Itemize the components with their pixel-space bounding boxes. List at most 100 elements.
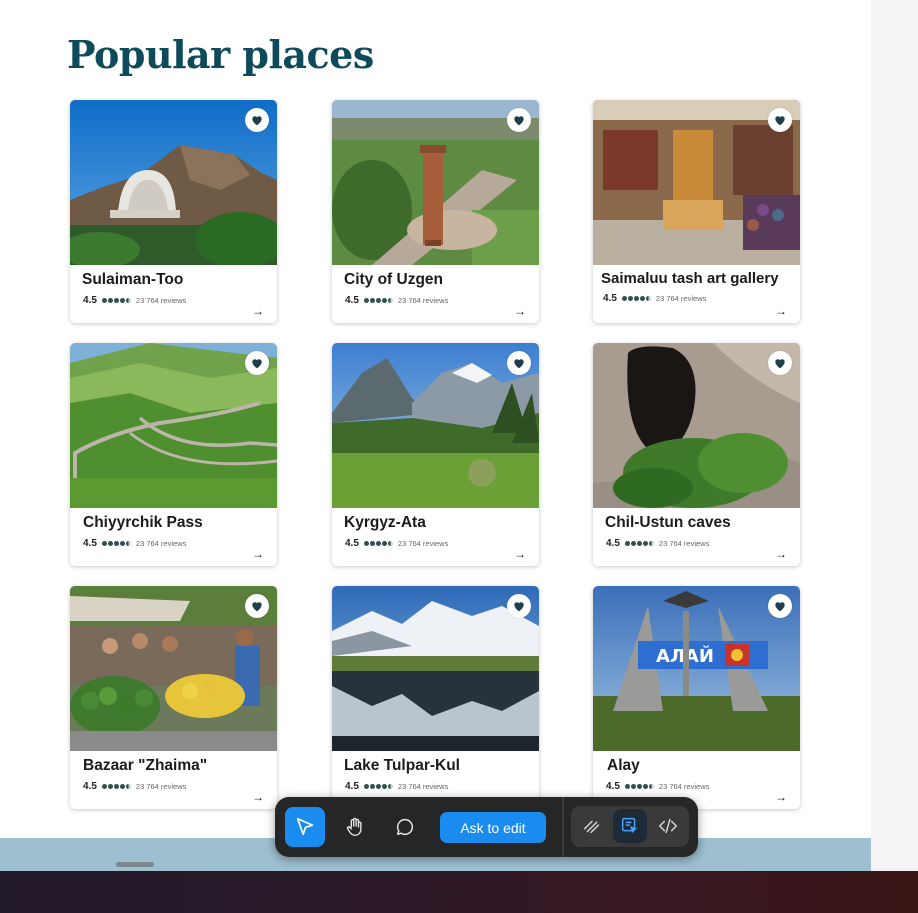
rating-value: 4.5	[83, 295, 97, 306]
place-card[interactable]: АЛАЙ Alay 4.5 23 764 reviews →	[593, 586, 800, 809]
favorite-button[interactable]	[245, 108, 269, 132]
rating-row: 4.5 23 764 reviews	[83, 538, 186, 549]
place-card[interactable]: Kyrgyz-Ata 4.5 23 764 reviews →	[332, 343, 539, 566]
star-rating-icon	[101, 784, 131, 789]
place-name: Lake Tulpar-Kul	[344, 757, 460, 774]
rating-value: 4.5	[603, 293, 617, 304]
place-name: Chiyyrchik Pass	[83, 514, 203, 531]
rating-value: 4.5	[83, 538, 97, 549]
review-count: 23 764 reviews	[135, 296, 187, 305]
rating-row: 4.5 23 764 reviews	[606, 538, 709, 549]
rating-row: 4.5 23 764 reviews	[345, 781, 448, 792]
select-element-icon	[621, 817, 638, 834]
page-title: Popular places	[67, 32, 374, 77]
page: Popular places Sulaiman-Too 4.5 23 764 r…	[0, 0, 871, 871]
star-rating-icon	[621, 296, 651, 301]
rating-value: 4.5	[345, 781, 359, 792]
rating-row: 4.5 23 764 reviews	[345, 295, 448, 306]
star-rating-icon	[624, 784, 654, 789]
arrow-right-icon[interactable]: →	[252, 790, 264, 804]
pointer-icon	[296, 817, 314, 836]
star-rating-icon	[363, 784, 393, 789]
star-rating-icon	[363, 298, 393, 303]
hand-icon	[346, 817, 362, 836]
rating-row: 4.5 23 764 reviews	[83, 295, 186, 306]
rating-value: 4.5	[606, 538, 620, 549]
place-name: Chil-Ustun caves	[605, 514, 731, 531]
comment-icon	[396, 818, 414, 836]
star-rating-icon	[624, 541, 654, 546]
review-count: 23 764 reviews	[135, 539, 187, 548]
rating-row: 4.5 23 764 reviews	[606, 781, 709, 792]
place-name: Bazaar "Zhaima"	[83, 757, 208, 774]
rating-value: 4.5	[345, 295, 359, 306]
heart-icon	[514, 116, 524, 126]
place-name: Sulaiman-Too	[82, 271, 184, 288]
heart-icon	[514, 602, 524, 612]
draw-tool-button[interactable]	[575, 809, 609, 843]
ask-to-edit-button[interactable]: Ask to edit	[440, 812, 546, 843]
heart-icon	[775, 116, 785, 126]
arrow-right-icon[interactable]: →	[775, 304, 787, 318]
star-rating-icon	[101, 298, 131, 303]
place-card[interactable]: Lake Tulpar-Kul 4.5 23 764 reviews →	[332, 586, 539, 809]
place-card[interactable]: Bazaar "Zhaima" 4.5 23 764 reviews →	[70, 586, 277, 809]
heart-icon	[252, 116, 262, 126]
pointer-tool-button[interactable]	[285, 807, 325, 847]
arrow-right-icon[interactable]: →	[252, 304, 264, 318]
review-count: 23 764 reviews	[658, 782, 710, 791]
place-name: Alay	[607, 757, 640, 774]
arrow-right-icon[interactable]: →	[252, 547, 264, 561]
desktop-background	[0, 871, 918, 913]
favorite-button[interactable]	[245, 594, 269, 618]
arrow-right-icon[interactable]: →	[775, 790, 787, 804]
select-element-button[interactable]	[613, 809, 647, 843]
heart-icon	[252, 602, 262, 612]
favorite-button[interactable]	[245, 351, 269, 375]
heart-icon	[514, 359, 524, 369]
arrow-right-icon[interactable]: →	[514, 304, 526, 318]
favorite-button[interactable]	[507, 351, 531, 375]
review-count: 23 764 reviews	[397, 782, 449, 791]
review-count: 23 764 reviews	[135, 782, 187, 791]
rating-row: 4.5 23 764 reviews	[345, 538, 448, 549]
heart-icon	[252, 359, 262, 369]
mode-toggle-group	[571, 806, 689, 847]
favorite-button[interactable]	[507, 108, 531, 132]
editor-toolbar: Ask to edit	[275, 797, 698, 857]
rating-value: 4.5	[606, 781, 620, 792]
rating-value: 4.5	[345, 538, 359, 549]
place-name: City of Uzgen	[344, 271, 444, 288]
arrow-right-icon[interactable]: →	[775, 547, 787, 561]
place-card[interactable]: City of Uzgen 4.5 23 764 reviews →	[332, 100, 539, 323]
review-count: 23 764 reviews	[397, 296, 449, 305]
heart-icon	[775, 602, 785, 612]
code-icon	[659, 818, 677, 834]
favorite-button[interactable]	[768, 594, 792, 618]
hand-tool-button[interactable]	[335, 807, 375, 847]
code-view-button[interactable]	[651, 809, 685, 843]
review-count: 23 764 reviews	[397, 539, 449, 548]
favorite-button[interactable]	[768, 351, 792, 375]
scroll-handle[interactable]	[116, 862, 154, 867]
review-count: 23 764 reviews	[658, 539, 710, 548]
arrow-right-icon[interactable]: →	[514, 547, 526, 561]
review-count: 23 764 reviews	[655, 294, 707, 303]
favorite-button[interactable]	[507, 594, 531, 618]
place-card[interactable]: Saimaluu tash art gallery 4.5 23 764 rev…	[593, 100, 800, 323]
place-name: Kyrgyz-Ata	[344, 514, 426, 531]
rating-row: 4.5 23 764 reviews	[83, 781, 186, 792]
rating-row: 4.5 23 764 reviews	[603, 293, 706, 304]
rating-value: 4.5	[83, 781, 97, 792]
star-rating-icon	[363, 541, 393, 546]
place-card[interactable]: Chiyyrchik Pass 4.5 23 764 reviews →	[70, 343, 277, 566]
favorite-button[interactable]	[768, 108, 792, 132]
heart-icon	[775, 359, 785, 369]
draw-icon	[583, 820, 600, 834]
right-gutter	[871, 0, 918, 871]
comment-tool-button[interactable]	[385, 807, 425, 847]
place-card[interactable]: Chil-Ustun caves 4.5 23 764 reviews →	[593, 343, 800, 566]
place-name: Saimaluu tash art gallery	[601, 270, 779, 287]
place-card[interactable]: Sulaiman-Too 4.5 23 764 reviews →	[70, 100, 277, 323]
toolbar-divider	[562, 797, 564, 857]
